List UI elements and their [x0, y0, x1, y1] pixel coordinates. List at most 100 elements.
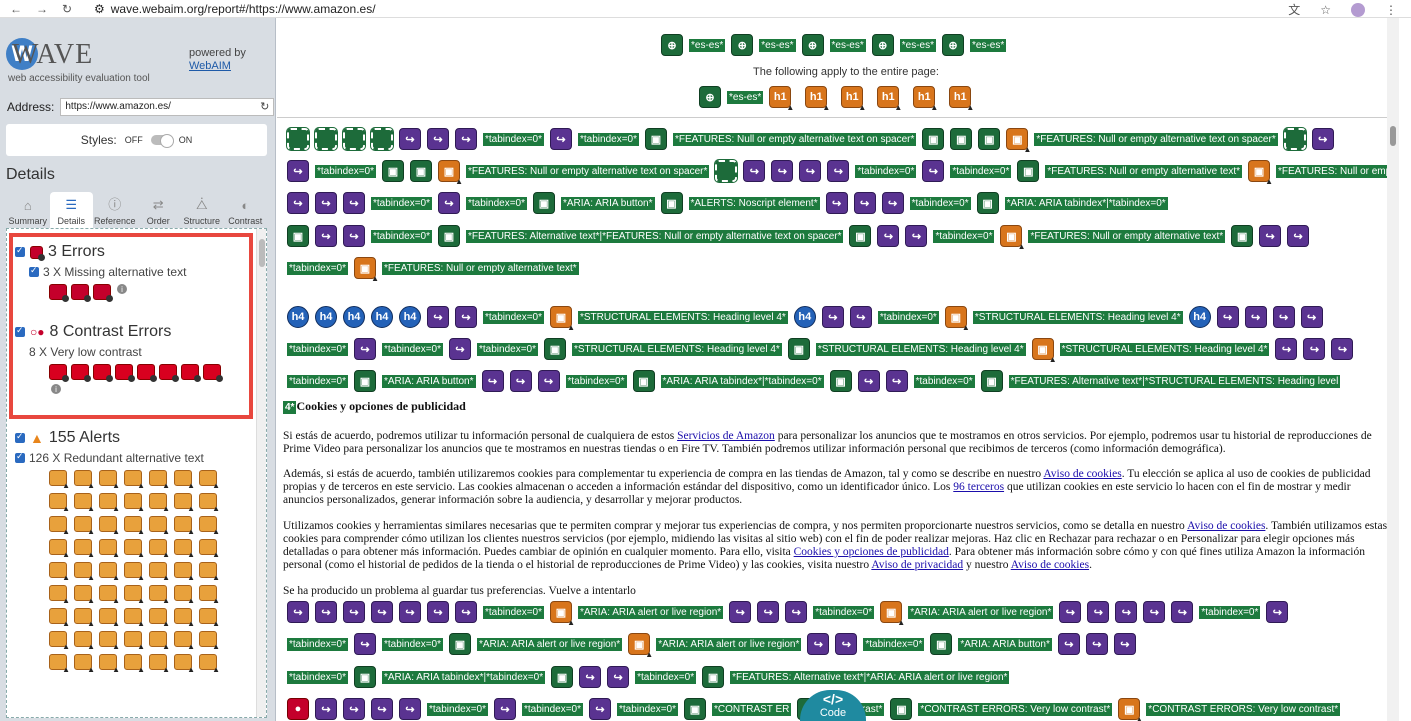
heading-h4-icon[interactable]: h4	[371, 306, 393, 328]
redundant-alt-icon[interactable]	[199, 470, 220, 490]
aria-icon[interactable]: ↪	[1287, 225, 1310, 247]
aria-icon[interactable]: ↪	[579, 666, 602, 688]
styles-toggle[interactable]	[150, 134, 174, 148]
aria-icon[interactable]: ↪	[399, 698, 421, 720]
servicios-link[interactable]: Servicios de Amazon	[677, 430, 775, 442]
redundant-alt-icon[interactable]	[174, 493, 195, 513]
info-icon[interactable]: i	[51, 384, 61, 394]
error-icon[interactable]	[93, 284, 113, 302]
redundant-alt-icon[interactable]	[49, 562, 70, 582]
aria-icon[interactable]: ↪	[885, 370, 908, 392]
redundant-alt-icon[interactable]	[199, 631, 220, 651]
scroll-thumb[interactable]	[259, 239, 265, 267]
image-icon[interactable]: ▣	[632, 370, 655, 392]
h1-alert-icon[interactable]: h1	[841, 86, 866, 112]
aria-icon[interactable]: ↪	[807, 633, 830, 655]
aria-icon[interactable]: ↪	[287, 192, 309, 214]
image-icon[interactable]: ▣	[287, 225, 309, 247]
aria-icon[interactable]: ↪	[399, 128, 421, 150]
image-icon[interactable]: ▣	[410, 160, 432, 182]
redundant-alt-icon[interactable]: ▣	[550, 306, 575, 332]
image-icon[interactable]: ▣	[978, 128, 1001, 150]
redundant-alt-icon[interactable]	[124, 608, 145, 628]
redundant-alt-icon[interactable]	[199, 562, 220, 582]
redundant-alt-icon[interactable]	[99, 608, 120, 628]
aria-icon[interactable]: ↪	[343, 192, 365, 214]
redundant-alt-icon[interactable]	[149, 631, 170, 651]
redundant-alt-icon[interactable]	[174, 631, 195, 651]
aria-icon[interactable]: ↪	[287, 601, 309, 623]
spacer-image-icon[interactable]	[314, 127, 338, 151]
contrast-error-icon[interactable]	[93, 364, 113, 382]
image-icon[interactable]: ▣	[551, 666, 574, 688]
tab-details[interactable]: ☰ Details	[49, 192, 93, 228]
spacer-image-icon[interactable]	[342, 127, 366, 151]
aria-icon[interactable]: ↪	[343, 225, 365, 247]
aria-icon[interactable]: ↪	[343, 601, 365, 623]
globe-icon[interactable]: ⊕	[801, 34, 824, 56]
heading-h4-icon[interactable]: h4	[1188, 306, 1211, 328]
aria-icon[interactable]: ↪	[1272, 306, 1295, 328]
aria-icon[interactable]: ↪	[537, 370, 560, 392]
image-icon[interactable]: ▣	[1231, 225, 1254, 247]
redundant-alt-icon[interactable]	[49, 654, 70, 674]
image-icon[interactable]: ▣	[449, 633, 471, 655]
heading-h4-icon[interactable]: h4	[315, 306, 337, 328]
redundant-alt-icon[interactable]	[49, 470, 70, 490]
tab-contrast[interactable]: ◐ Contrast	[224, 192, 268, 228]
aria-icon[interactable]: ↪	[1059, 601, 1082, 623]
image-icon[interactable]: ▣	[890, 698, 913, 720]
image-icon[interactable]: ▣	[645, 128, 667, 150]
redundant-alt-icon[interactable]	[99, 631, 120, 651]
heading-h4-icon[interactable]: h4	[399, 306, 421, 328]
redundant-alt-icon[interactable]	[99, 493, 120, 513]
aria-icon[interactable]: ↪	[1087, 601, 1110, 623]
error-icon[interactable]	[71, 284, 91, 302]
forward-icon[interactable]: →	[36, 2, 48, 16]
redundant-alt-icon[interactable]	[74, 539, 95, 559]
redundant-alt-icon[interactable]	[174, 539, 195, 559]
back-icon[interactable]: ←	[10, 2, 22, 16]
code-button[interactable]: </> Code	[800, 690, 866, 721]
heading-h4-icon[interactable]: h4	[343, 306, 365, 328]
aria-icon[interactable]: ↪	[399, 601, 421, 623]
h1-alert-icon[interactable]: h1	[913, 86, 938, 112]
aria-icon[interactable]: ↪	[1259, 225, 1282, 247]
redundant-alt-icon[interactable]	[174, 585, 195, 605]
menu-icon[interactable]: ⋮	[1385, 3, 1397, 17]
aria-icon[interactable]: ↪	[1057, 633, 1080, 655]
image-icon[interactable]: ▣	[950, 128, 973, 150]
aria-icon[interactable]: ↪	[343, 698, 365, 720]
address-input[interactable]: https://www.amazon.es/ ↻	[60, 98, 275, 116]
details-panel[interactable]: 3 Errors 3 X Missing alternative text i …	[6, 228, 267, 718]
contrast-error-icon[interactable]	[115, 364, 135, 382]
redundant-alt-icon[interactable]	[74, 470, 95, 490]
redundant-alt-icon[interactable]	[149, 562, 170, 582]
redundant-alt-icon[interactable]	[99, 654, 120, 674]
aria-icon[interactable]: ↪	[1275, 338, 1298, 360]
image-icon[interactable]: ▣	[438, 225, 460, 247]
heading-h4-icon[interactable]: h4	[287, 306, 309, 328]
aria-icon[interactable]: ↪	[481, 370, 504, 392]
aria-icon[interactable]: ↪	[1171, 601, 1194, 623]
redundant-alt-icon[interactable]	[124, 585, 145, 605]
aviso-cookies-link[interactable]: Aviso de cookies	[1011, 559, 1089, 571]
redundant-alt-checkbox[interactable]	[15, 451, 25, 463]
aria-icon[interactable]: ↪	[354, 633, 376, 655]
contrast-error-icon[interactable]	[203, 364, 223, 382]
aria-icon[interactable]: ↪	[550, 128, 572, 150]
aria-icon[interactable]: ↪	[1113, 633, 1136, 655]
aria-icon[interactable]: ↪	[905, 225, 928, 247]
aria-icon[interactable]: ↪	[1115, 601, 1138, 623]
redundant-alt-icon[interactable]: ▣	[438, 160, 463, 186]
contrast-checkbox[interactable]	[15, 325, 25, 337]
redundant-alt-icon[interactable]	[149, 585, 170, 605]
aria-icon[interactable]: ↪	[427, 601, 449, 623]
redundant-alt-icon[interactable]	[149, 654, 170, 674]
redundant-alt-icon[interactable]	[49, 608, 70, 628]
h1-alert-icon[interactable]: h1	[769, 86, 794, 112]
redundant-alt-icon[interactable]: ▣	[944, 306, 970, 332]
error-icon[interactable]	[49, 284, 69, 302]
redundant-alt-icon[interactable]	[199, 493, 220, 513]
contrast-error-icon[interactable]	[71, 364, 91, 382]
